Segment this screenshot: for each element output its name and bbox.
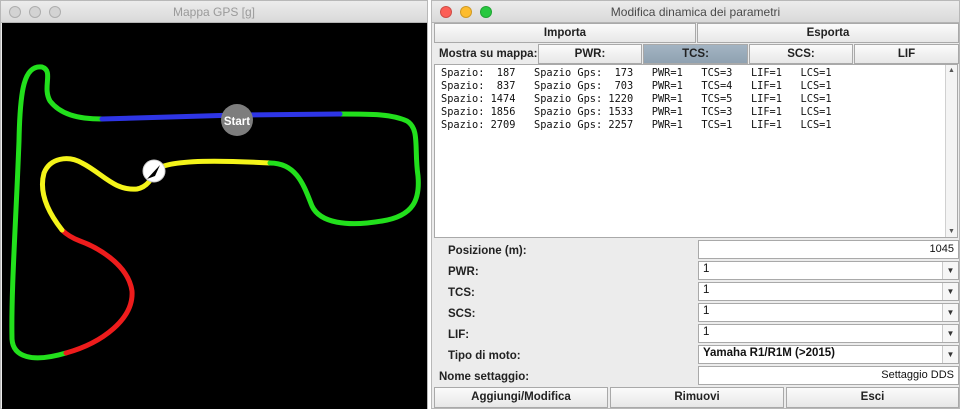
parameters-window: Modifica dinamica dei parametri Importa …: [431, 0, 960, 409]
scs-value: 1: [703, 305, 710, 317]
lif-select[interactable]: 1 ▼: [698, 324, 959, 343]
track-map[interactable]: Start: [2, 23, 427, 409]
pwr-label: PWR:: [448, 266, 479, 278]
tab-pwr[interactable]: PWR:: [538, 44, 642, 64]
list-item[interactable]: Spazio: 2709 Spazio Gps: 2257 PWR=1 TCS=…: [441, 119, 832, 132]
moto-label: Tipo di moto:: [448, 350, 521, 362]
chevron-down-icon[interactable]: ▼: [942, 304, 958, 321]
track-map-svg: Start: [9, 64, 421, 361]
scroll-down-icon[interactable]: ▼: [948, 228, 955, 235]
chevron-down-icon[interactable]: ▼: [942, 283, 958, 300]
tcs-label: TCS:: [448, 287, 475, 299]
show-on-map-label: Mostra su mappa:: [439, 48, 538, 60]
chevron-down-icon[interactable]: ▼: [942, 325, 958, 342]
track-segment-red: [59, 227, 135, 356]
remove-button[interactable]: Rimuovi: [610, 387, 784, 408]
list-item[interactable]: Spazio: 1474 Spazio Gps: 1220 PWR=1 TCS=…: [441, 93, 832, 106]
scs-select[interactable]: 1 ▼: [698, 303, 959, 322]
map-titlebar: Mappa GPS [g]: [1, 1, 427, 23]
tcs-select[interactable]: 1 ▼: [698, 282, 959, 301]
scroll-up-icon[interactable]: ▲: [948, 67, 955, 74]
chevron-down-icon[interactable]: ▼: [942, 346, 958, 363]
add-modify-button[interactable]: Aggiungi/Modifica: [434, 387, 608, 408]
list-item[interactable]: Spazio: 187 Spazio Gps: 173 PWR=1 TCS=3 …: [441, 67, 832, 80]
position-marker[interactable]: [142, 159, 166, 183]
tab-lif[interactable]: LIF: [854, 44, 959, 64]
tab-scs[interactable]: SCS:: [749, 44, 853, 64]
chevron-down-icon[interactable]: ▼: [942, 262, 958, 279]
scs-label: SCS:: [448, 308, 476, 320]
start-label: Start: [224, 116, 250, 128]
gps-map-window: Mappa GPS [g] Start: [0, 0, 428, 409]
import-button[interactable]: Importa: [434, 23, 696, 43]
export-button[interactable]: Esporta: [697, 23, 959, 43]
setting-name-field[interactable]: Settaggio DDS: [698, 366, 959, 385]
position-label: Posizione (m):: [448, 245, 527, 257]
list-item[interactable]: Spazio: 1856 Spazio Gps: 1533 PWR=1 TCS=…: [441, 106, 832, 119]
lif-label: LIF:: [448, 329, 470, 341]
setting-name-label: Nome settaggio:: [439, 371, 530, 383]
tcs-value: 1: [703, 284, 710, 296]
pwr-select[interactable]: 1 ▼: [698, 261, 959, 280]
track-segment-yellow: [40, 156, 157, 233]
position-field[interactable]: 1045: [698, 240, 959, 259]
param-window-title: Modifica dinamica dei parametri: [610, 5, 781, 19]
list-item[interactable]: Spazio: 837 Spazio Gps: 703 PWR=1 TCS=4 …: [441, 80, 832, 93]
exit-button[interactable]: Esci: [786, 387, 959, 408]
map-window-title: Mappa GPS [g]: [172, 5, 256, 19]
list-scrollbar[interactable]: ▲ ▼: [945, 65, 957, 237]
track-segment-green: [9, 64, 105, 361]
lif-value: 1: [703, 326, 710, 338]
tab-tcs[interactable]: TCS:: [643, 44, 748, 64]
track-segment-yellow: [151, 158, 273, 174]
param-titlebar: Modifica dinamica dei parametri: [432, 1, 959, 23]
parameter-list[interactable]: Spazio: 187 Spazio Gps: 173 PWR=1 TCS=3 …: [434, 64, 958, 238]
track-segment-green: [267, 111, 421, 227]
pwr-value: 1: [703, 263, 710, 275]
track-segment-blue: [99, 111, 343, 122]
moto-select[interactable]: Yamaha R1/R1M (>2015) ▼: [698, 345, 959, 364]
moto-value: Yamaha R1/R1M (>2015): [703, 347, 835, 359]
